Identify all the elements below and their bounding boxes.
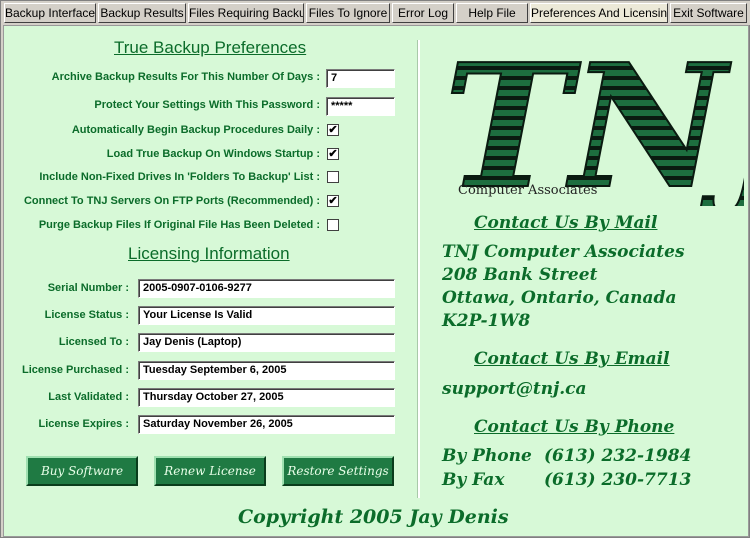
archive-days-input[interactable]: 7 <box>326 69 395 88</box>
fax-label: By Fax <box>442 470 505 490</box>
phone-label: By Phone <box>442 446 532 466</box>
serial-number-field: 2005-0907-0106-9277 <box>138 279 395 298</box>
last-validated-label: Last Validated : <box>48 391 129 403</box>
license-purchased-field: Tuesday September 6, 2005 <box>138 361 395 380</box>
email-link[interactable]: support@tnj.ca <box>442 379 587 399</box>
tab-help-file[interactable]: Help File <box>456 3 528 23</box>
tab-error-log[interactable]: Error Log <box>392 3 454 23</box>
password-input[interactable]: ***** <box>326 97 395 116</box>
last-validated-field: Thursday October 27, 2005 <box>138 388 395 407</box>
tab-exit-software[interactable]: Exit Software <box>670 3 747 23</box>
contact-email-heading: Contact Us By Email <box>474 349 670 369</box>
mail-line-3: Ottawa, Ontario, Canada <box>442 288 677 308</box>
mail-line-4: K2P-1W8 <box>442 311 531 331</box>
preferences-heading: True Backup Preferences <box>114 38 307 57</box>
archive-days-label: Archive Backup Results For This Number O… <box>51 71 320 83</box>
ftp-ports-checkbox[interactable]: ✔ <box>327 195 339 207</box>
preferences-panel: True Backup Preferences Archive Backup R… <box>3 25 750 537</box>
renew-license-button[interactable]: Renew License <box>154 456 266 486</box>
tnj-logo-subtitle: Computer Associates <box>458 183 598 198</box>
contact-mail-heading: Contact Us By Mail <box>474 213 658 233</box>
license-status-field: Your License Is Valid <box>138 306 395 325</box>
serial-number-label: Serial Number : <box>47 282 129 294</box>
tab-preferences-and-licensing[interactable]: Preferences And Licensing <box>530 3 668 23</box>
tab-backup-results[interactable]: Backup Results <box>98 3 186 23</box>
auto-begin-checkbox[interactable]: ✔ <box>327 124 339 136</box>
non-fixed-drives-label: Include Non-Fixed Drives In 'Folders To … <box>39 171 320 183</box>
column-divider <box>417 40 420 498</box>
load-startup-label: Load True Backup On Windows Startup : <box>106 148 320 160</box>
tab-files-to-ignore[interactable]: Files To Ignore <box>306 3 390 23</box>
tnj-logo-letters: TNJ <box>444 36 744 206</box>
tab-files-requiring-backup[interactable]: Files Requiring Backup <box>188 3 304 23</box>
buy-software-button[interactable]: Buy Software <box>26 456 138 486</box>
non-fixed-drives-checkbox[interactable] <box>327 171 339 183</box>
contact-phone-heading: Contact Us By Phone <box>474 417 675 437</box>
tab-backup-interface[interactable]: Backup Interface <box>4 3 96 23</box>
licensing-heading: Licensing Information <box>128 244 290 263</box>
license-expires-label: License Expires : <box>38 418 130 430</box>
tab-bar: Backup Interface Backup Results Files Re… <box>1 1 750 25</box>
load-startup-checkbox[interactable]: ✔ <box>327 148 339 160</box>
license-purchased-label: License Purchased : <box>22 364 129 376</box>
licensed-to-label: Licensed To : <box>58 336 129 348</box>
copyright-text: Copyright 2005 Jay Denis <box>238 506 509 528</box>
license-expires-field: Saturday November 26, 2005 <box>138 415 395 434</box>
license-status-label: License Status : <box>44 309 129 321</box>
purge-files-checkbox[interactable] <box>327 219 339 231</box>
ftp-ports-label: Connect To TNJ Servers On FTP Ports (Rec… <box>23 195 320 207</box>
restore-settings-button[interactable]: Restore Settings <box>282 456 394 486</box>
mail-line-2: 208 Bank Street <box>442 265 598 285</box>
purge-files-label: Purge Backup Files If Original File Has … <box>38 219 320 231</box>
app-window: Backup Interface Backup Results Files Re… <box>0 0 750 538</box>
password-label: Protect Your Settings With This Password… <box>94 99 320 111</box>
fax-value: (613) 230-7713 <box>544 470 692 490</box>
tnj-logo-icon: TNJ <box>443 26 750 228</box>
phone-value: (613) 232-1984 <box>544 446 692 466</box>
auto-begin-label: Automatically Begin Backup Procedures Da… <box>71 124 320 136</box>
tnj-logo: TNJ Computer Associates <box>443 26 750 228</box>
licensed-to-field: Jay Denis (Laptop) <box>138 333 395 352</box>
mail-line-1: TNJ Computer Associates <box>442 242 685 262</box>
